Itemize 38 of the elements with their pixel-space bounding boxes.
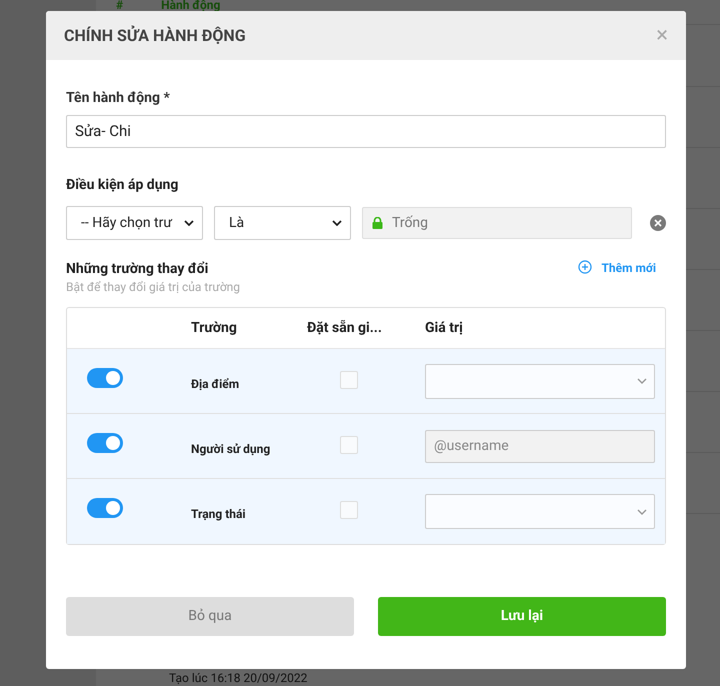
toggle-switch[interactable] [87, 433, 123, 453]
preset-checkbox[interactable] [340, 501, 358, 519]
operator-select[interactable]: Là [214, 206, 351, 240]
dialog-title: CHÍNH SỬA HÀNH ĐỘNG [64, 24, 246, 46]
preset-checkbox[interactable] [340, 436, 358, 454]
clear-icon[interactable] [650, 215, 666, 231]
close-button[interactable]: × [656, 24, 668, 46]
cancel-button[interactable]: Bỏ qua [66, 597, 354, 636]
add-button[interactable]: Thêm mới [578, 259, 666, 275]
chevron-down-icon [637, 508, 647, 514]
field-name: Địa điểm [191, 377, 240, 391]
preset-checkbox[interactable] [340, 371, 358, 389]
field-name: Trạng thái [191, 507, 246, 521]
created-time: Tạo lúc 16:18 20/09/2022 [169, 671, 308, 685]
section-subtitle: Bật để thay đổi giá trị của trường [66, 280, 240, 294]
section-label: Điều kiện áp dụng [66, 177, 180, 193]
field-label: Tên hành động * [66, 90, 171, 106]
plus-circle-icon [578, 260, 592, 274]
column-header: # [116, 0, 124, 10]
save-button[interactable]: Lưu lại [378, 597, 666, 636]
chevron-down-icon [637, 378, 647, 384]
value-field[interactable]: Trống [362, 207, 632, 239]
username-input[interactable]: @username [425, 430, 655, 462]
field-select[interactable]: -- Hãy chọn trư [66, 206, 203, 240]
toggle-switch[interactable] [87, 498, 123, 518]
column-header: Trường [191, 318, 238, 338]
section-title: Những trường thay đổi [66, 261, 210, 277]
chevron-down-icon [184, 220, 194, 226]
chevron-down-icon [332, 220, 342, 226]
column-header: Đặt sẵn gi... [307, 318, 383, 338]
column-header: Giá trị [425, 318, 463, 338]
field-name: Người sử dụng [191, 442, 270, 456]
lock-icon [372, 217, 383, 229]
column-header: Hành động [161, 0, 220, 10]
toggle-switch[interactable] [87, 368, 123, 388]
value-select[interactable] [425, 364, 655, 398]
name-input[interactable]: Sửa- Chi [66, 115, 666, 148]
value-select[interactable] [425, 494, 655, 529]
